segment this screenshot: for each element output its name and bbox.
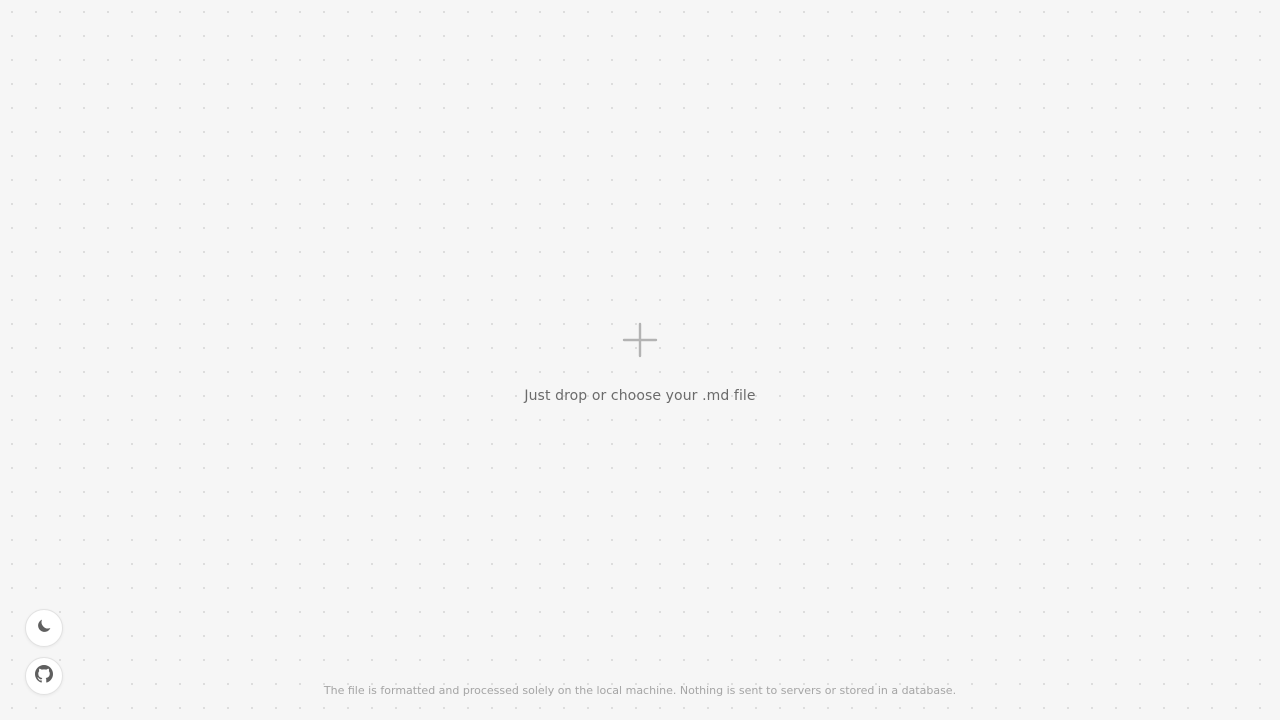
drop-label[interactable]: Just drop or choose your .md file [0,388,1280,404]
drop-prompt[interactable]: Just drop or choose your .md file [0,322,1280,404]
theme-toggle-button[interactable] [25,609,63,647]
plus-icon[interactable] [622,322,658,358]
file-drop-zone[interactable]: Just drop or choose your .md file [0,0,1280,720]
moon-icon [35,617,53,639]
privacy-note: The file is formatted and processed sole… [323,684,957,697]
